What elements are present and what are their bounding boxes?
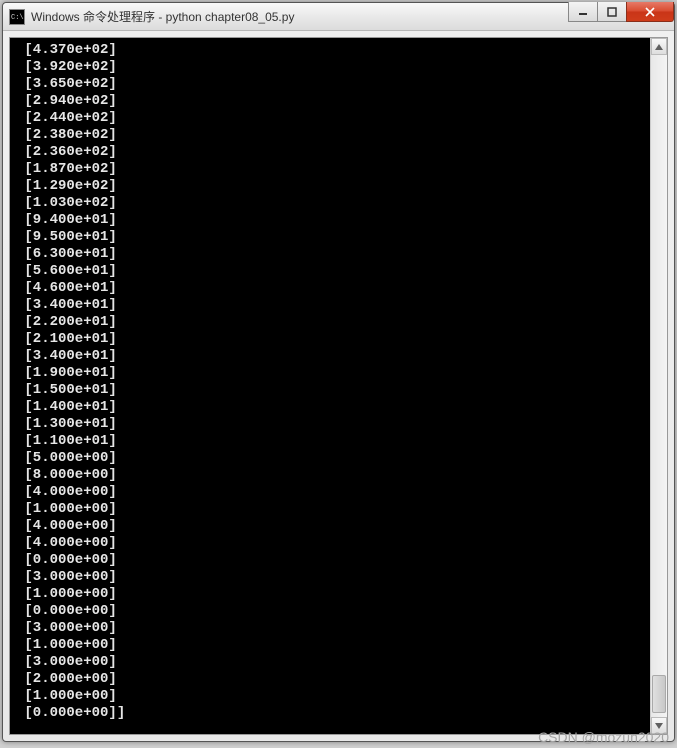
maximize-icon bbox=[607, 7, 617, 17]
scroll-up-button[interactable] bbox=[651, 38, 667, 55]
watermark: CSDN @mozun2020 bbox=[538, 729, 669, 745]
window-controls bbox=[569, 2, 674, 22]
minimize-icon bbox=[578, 7, 588, 17]
console-output: [4.370e+02] [3.920e+02] [3.650e+02] [2.9… bbox=[16, 42, 661, 735]
close-icon bbox=[644, 7, 656, 17]
svg-text:C:\: C:\ bbox=[11, 14, 24, 22]
maximize-button[interactable] bbox=[597, 2, 627, 22]
close-button[interactable] bbox=[626, 2, 674, 22]
scrollbar-track[interactable] bbox=[651, 55, 667, 717]
chevron-up-icon bbox=[655, 44, 663, 50]
scrollbar-thumb[interactable] bbox=[652, 675, 666, 713]
cmd-icon: C:\ bbox=[9, 9, 25, 25]
titlebar[interactable]: C:\ Windows 命令处理程序 - python chapter08_05… bbox=[3, 3, 674, 31]
vertical-scrollbar[interactable] bbox=[650, 38, 667, 734]
minimize-button[interactable] bbox=[568, 2, 598, 22]
window-frame: C:\ Windows 命令处理程序 - python chapter08_05… bbox=[2, 2, 675, 742]
window-title: Windows 命令处理程序 - python chapter08_05.py bbox=[31, 8, 294, 25]
console-area[interactable]: [4.370e+02] [3.920e+02] [3.650e+02] [2.9… bbox=[9, 37, 668, 735]
chevron-down-icon bbox=[655, 723, 663, 729]
